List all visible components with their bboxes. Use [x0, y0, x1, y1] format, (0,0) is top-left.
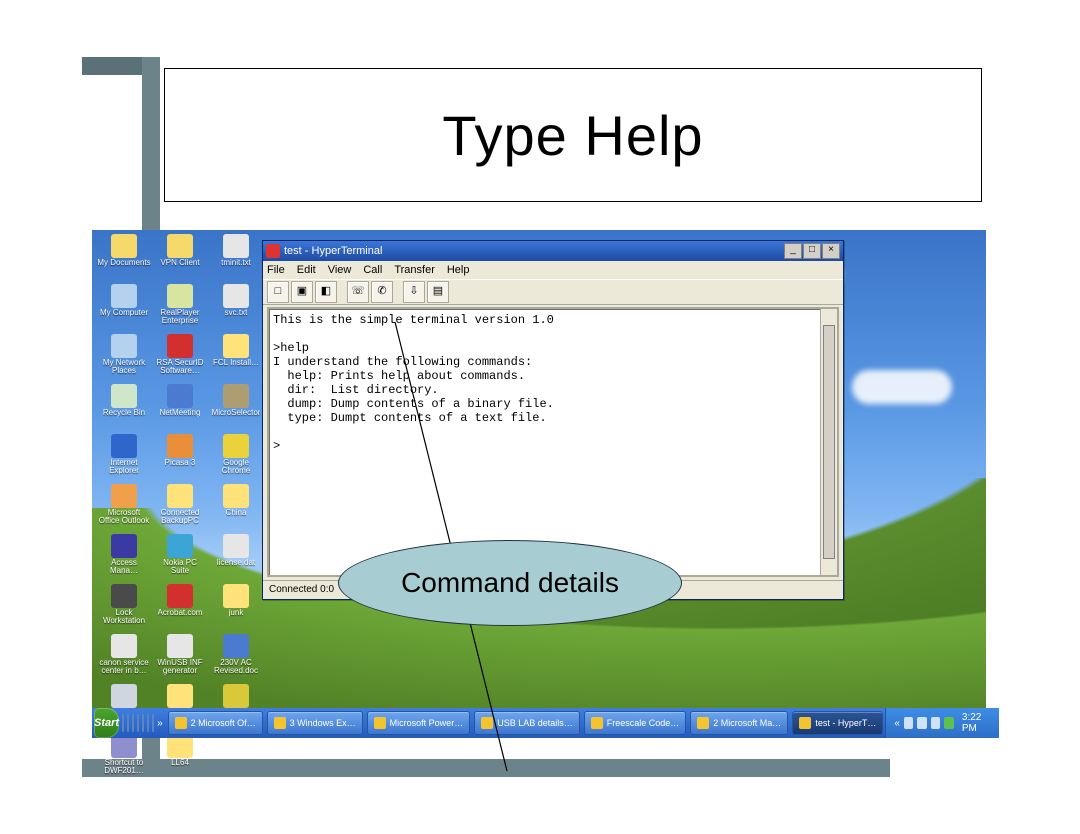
window-title: test - HyperTerminal — [284, 245, 382, 257]
desktop-icon[interactable]: LL64 — [152, 734, 208, 784]
close-button[interactable]: × — [822, 243, 840, 259]
slide-title: Type Help — [442, 103, 703, 168]
desktop-icon[interactable]: Acrobat.com — [152, 584, 208, 634]
desktop-icon[interactable]: My Computer — [96, 284, 152, 334]
desktop-icon[interactable]: 230V AC Revised.doc — [208, 634, 264, 684]
tray-icon[interactable] — [944, 717, 954, 729]
desktop-icon[interactable]: NetMeeting — [152, 384, 208, 434]
start-button[interactable]: Start — [94, 708, 119, 738]
desktop-icon[interactable]: license.dat — [208, 534, 264, 584]
taskbar: Start » 2 Microsoft Of…3 Windows Ex…Micr… — [92, 708, 986, 738]
desktop-icon[interactable]: Shortcut to DWF201… — [96, 734, 152, 784]
toolbar: □ ▣ ◧ ☏ ✆ ⇩ ▤ — [263, 279, 843, 305]
desktop-icon[interactable]: My Network Places — [96, 334, 152, 384]
desktop-icon[interactable]: WinUSB INF generator — [152, 634, 208, 684]
desktop-icon[interactable]: VPN Client — [152, 234, 208, 284]
desktop-icon[interactable]: Connected BackupPC — [152, 484, 208, 534]
taskbar-item[interactable]: 2 Microsoft Ma… — [690, 711, 788, 735]
system-tray[interactable]: « 3:22 PM — [885, 708, 999, 738]
desktop-icon[interactable]: Picasa 3 — [152, 434, 208, 484]
taskbar-item[interactable]: Microsoft Power… — [367, 711, 471, 735]
desktop-icon[interactable]: Google Chrome — [208, 434, 264, 484]
quicklaunch-item[interactable] — [147, 714, 149, 732]
callout-bubble: Command details — [338, 540, 682, 626]
quicklaunch-item[interactable] — [122, 714, 124, 732]
menu-edit[interactable]: Edit — [297, 264, 316, 276]
taskbar-item[interactable]: 3 Windows Ex… — [267, 711, 363, 735]
menu-transfer[interactable]: Transfer — [394, 264, 435, 276]
toolbar-send-button[interactable]: ⇩ — [403, 281, 425, 303]
tray-icon[interactable] — [931, 717, 941, 729]
desktop-icon[interactable]: My Documents — [96, 234, 152, 284]
desktop-icon[interactable]: svc.txt — [208, 284, 264, 334]
desktop-icon[interactable]: China — [208, 484, 264, 534]
callout-text: Command details — [401, 567, 619, 599]
window-titlebar[interactable]: test - HyperTerminal _ □ × — [263, 241, 843, 261]
taskbar-item[interactable]: Freescale Code… — [584, 711, 687, 735]
toolbar-open-button[interactable]: ▣ — [291, 281, 313, 303]
toolbar-hangup-button[interactable]: ✆ — [371, 281, 393, 303]
tray-icon[interactable] — [917, 717, 927, 729]
slide-accent-top — [82, 57, 142, 75]
desktop-icons-area: My DocumentsVPN Clienttminit.txt My Compu… — [96, 234, 266, 784]
desktop-icon[interactable]: canon service center in b… — [96, 634, 152, 684]
desktop-icon[interactable]: Recycle Bin — [96, 384, 152, 434]
tray-icon[interactable] — [904, 717, 914, 729]
menu-view[interactable]: View — [328, 264, 352, 276]
maximize-button[interactable]: □ — [803, 243, 821, 259]
clock[interactable]: 3:22 PM — [962, 712, 991, 734]
window-controls: _ □ × — [784, 243, 840, 259]
status-text: Connected 0:0 — [269, 584, 334, 595]
desktop-icon[interactable]: Internet Explorer — [96, 434, 152, 484]
desktop-icon[interactable]: Access Mana… — [96, 534, 152, 584]
taskbar-item[interactable]: 2 Microsoft Of… — [168, 711, 263, 735]
presentation-slide: Type Help My DocumentsVPN Clienttminit.t… — [0, 0, 1080, 834]
toolbar-new-button[interactable]: □ — [267, 281, 289, 303]
cloud-icon — [852, 370, 952, 404]
minimize-button[interactable]: _ — [784, 243, 802, 259]
taskbar-item[interactable]: test - HyperT… — [792, 711, 883, 735]
terminal-output[interactable]: This is the simple terminal version 1.0 … — [273, 313, 817, 571]
screenshot-area: My DocumentsVPN Clienttminit.txt My Compu… — [92, 230, 986, 738]
menu-bar: File Edit View Call Transfer Help — [263, 261, 843, 279]
quicklaunch-item[interactable] — [152, 714, 154, 732]
menu-call[interactable]: Call — [363, 264, 382, 276]
desktop-icon[interactable]: junk — [208, 584, 264, 634]
desktop-icon[interactable]: RSA SecurID Software… — [152, 334, 208, 384]
terminal-frame: This is the simple terminal version 1.0 … — [267, 307, 839, 577]
desktop-icon[interactable]: Lock Workstation — [96, 584, 152, 634]
terminal-scrollbar[interactable] — [820, 309, 837, 575]
taskbar-items: 2 Microsoft Of…3 Windows Ex…Microsoft Po… — [166, 711, 886, 735]
desktop-icon[interactable]: FCL Install… — [208, 334, 264, 384]
toolbar-properties-button[interactable]: ▤ — [427, 281, 449, 303]
toolbar-save-button[interactable]: ◧ — [315, 281, 337, 303]
toolbar-call-button[interactable]: ☏ — [347, 281, 369, 303]
quicklaunch-item[interactable] — [132, 714, 134, 732]
desktop-icon[interactable]: Microsoft Office Outlook — [96, 484, 152, 534]
app-icon — [266, 244, 280, 258]
menu-help[interactable]: Help — [447, 264, 470, 276]
quicklaunch-item[interactable] — [137, 714, 139, 732]
quicklaunch-item[interactable] — [142, 714, 144, 732]
slide-title-box: Type Help — [164, 68, 982, 202]
menu-file[interactable]: File — [267, 264, 285, 276]
desktop-icon[interactable]: tminit.txt — [208, 234, 264, 284]
desktop-icon[interactable]: RealPlayer Enterprise — [152, 284, 208, 334]
taskbar-item[interactable]: USB LAB details… — [474, 711, 580, 735]
desktop-icon[interactable]: Nokia PC Suite — [152, 534, 208, 584]
quicklaunch-item[interactable] — [127, 714, 129, 732]
desktop-icon[interactable]: MicroSelector — [208, 384, 264, 434]
